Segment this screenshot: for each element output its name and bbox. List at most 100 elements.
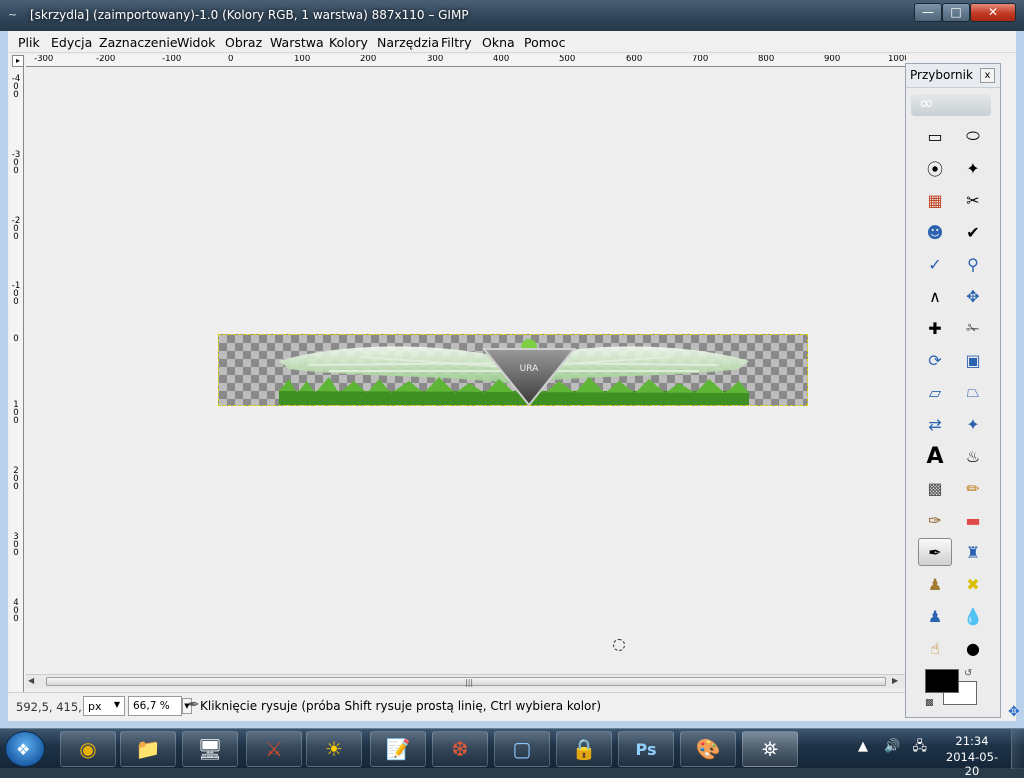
pencil-icon[interactable]: ✏: [956, 474, 990, 502]
rotate-icon[interactable]: ⟳: [918, 346, 952, 374]
ruler-tick-label: 0: [13, 334, 19, 344]
blend-icon[interactable]: ▩: [918, 474, 952, 502]
image-layer[interactable]: URA: [218, 334, 808, 406]
dodge-burn-icon[interactable]: ●: [956, 634, 990, 662]
lock-icon[interactable]: 🔒: [556, 731, 612, 767]
scale-icon[interactable]: ▣: [956, 346, 990, 374]
measure-icon[interactable]: ∧: [918, 282, 952, 310]
unit-select[interactable]: px ▼: [83, 696, 125, 716]
banner-badge-text: URA: [520, 364, 539, 374]
clock-date[interactable]: 2014-05-20: [942, 750, 1002, 778]
photoshop-icon[interactable]: Ps: [618, 731, 674, 767]
scroll-right-icon[interactable]: ▶: [892, 676, 898, 685]
ruler-tick-label: 500: [559, 55, 576, 64]
paintbrush-icon[interactable]: ✑: [918, 506, 952, 534]
menu-zaznaczenie[interactable]: Zaznaczenie: [99, 35, 178, 50]
volume-icon[interactable]: 🔊: [884, 739, 900, 754]
menu-warstwa[interactable]: Warstwa: [270, 35, 324, 50]
paint-icon[interactable]: 🎨: [680, 731, 736, 767]
color-picker-icon[interactable]: ✓: [918, 250, 952, 278]
blur-icon[interactable]: 💧: [956, 602, 990, 630]
system-tray: ▲ 🔊 🖧: [858, 737, 927, 759]
fuzzy-select-icon[interactable]: ✦: [956, 154, 990, 182]
flip-icon[interactable]: ⇄: [918, 410, 952, 438]
canvas-area[interactable]: URA: [25, 68, 905, 706]
ruler-tick-label: -200: [11, 216, 21, 242]
ink-icon[interactable]: ♜: [956, 538, 990, 566]
virtualbox-icon[interactable]: ▢: [494, 731, 550, 767]
ruler-tick-label: 400: [493, 55, 510, 64]
monitor-icon[interactable]: 🖥: [182, 731, 238, 767]
free-select-icon[interactable]: ⦿: [918, 154, 952, 182]
text-icon[interactable]: A: [918, 442, 952, 470]
menu-plik[interactable]: Plik: [18, 35, 40, 50]
file-explorer-icon[interactable]: 📁: [120, 731, 176, 767]
scrollbar-thumb[interactable]: |||: [46, 677, 886, 687]
toolbox-close-button[interactable]: x: [980, 68, 995, 83]
bucket-fill-icon[interactable]: ♨: [956, 442, 990, 470]
title-bar[interactable]: ~ [skrzydla] (zaimportowany)-1.0 (Kolory…: [0, 0, 1024, 31]
menu-okna[interactable]: Okna: [482, 35, 515, 50]
spiral-icon[interactable]: ❆: [432, 731, 488, 767]
shear-icon[interactable]: ▱: [918, 378, 952, 406]
align-icon[interactable]: ✚: [918, 314, 952, 342]
maximize-icon: □: [950, 5, 962, 19]
start-button[interactable]: ❖: [5, 731, 45, 767]
airbrush-icon[interactable]: ✒: [918, 538, 952, 566]
ruler-tick-label: 800: [758, 55, 775, 64]
menu-narzedzia[interactable]: Narzędzia: [377, 35, 439, 50]
menu-pomoc[interactable]: Pomoc: [524, 35, 565, 50]
crop-icon[interactable]: ✁: [956, 314, 990, 342]
minimize-button[interactable]: —: [914, 3, 942, 22]
menu-edycja[interactable]: Edycja: [51, 35, 92, 50]
eraser-icon[interactable]: ▬: [956, 506, 990, 534]
color-select-icon[interactable]: ▦: [918, 186, 952, 214]
ruler-tick-label: 200: [13, 466, 19, 492]
notepad-icon[interactable]: 📝: [370, 731, 426, 767]
foreground-select-icon[interactable]: ☻: [918, 218, 952, 246]
heal-icon[interactable]: ✖: [956, 570, 990, 598]
zoom-icon[interactable]: ⚲: [956, 250, 990, 278]
menu-widok[interactable]: Widok: [177, 35, 215, 50]
show-desktop-button[interactable]: [1011, 729, 1024, 769]
sun-icon[interactable]: ☀: [306, 731, 362, 767]
network-icon[interactable]: 🖧: [912, 739, 927, 754]
default-colors-icon[interactable]: ▩: [925, 698, 934, 708]
move-icon[interactable]: ✥: [956, 282, 990, 310]
ruler-tick-label: 0: [228, 55, 234, 64]
perspective-clone-icon[interactable]: ♟: [918, 602, 952, 630]
navigate-icon[interactable]: ✥: [1008, 704, 1020, 720]
windows-logo-icon: ❖: [16, 740, 31, 759]
ruler-tick-label: -400: [11, 74, 21, 100]
scissors-icon[interactable]: ✂: [956, 186, 990, 214]
smudge-icon[interactable]: ☝: [918, 634, 952, 662]
zoom-select[interactable]: 66,7 %: [128, 696, 182, 716]
horizontal-scrollbar[interactable]: ◀ ||| ▶: [26, 674, 906, 688]
status-bar: 592,5, 415,5 px ▼ 66,7 % ▼ ✒ Kliknięcie r…: [8, 692, 913, 718]
vertical-ruler[interactable]: -400 -300 -200 -100 0 100 200 300 400: [10, 67, 24, 705]
maximize-button[interactable]: □: [942, 3, 970, 22]
ruler-tick-label: 100: [13, 400, 19, 426]
menu-filtry[interactable]: Filtry: [441, 35, 472, 50]
ellipse-select-icon[interactable]: ⬭: [956, 122, 990, 150]
quick-mask-corner[interactable]: ▸: [12, 55, 24, 67]
clock-time[interactable]: 21:34: [942, 734, 1002, 748]
close-button[interactable]: ✕: [970, 3, 1016, 22]
gimp-icon[interactable]: ⛯: [742, 731, 798, 767]
toolbox-header[interactable]: Przybornik x: [906, 64, 1000, 88]
horizontal-ruler[interactable]: -300 -200 -100 0 100 200 300 400 500 600…: [26, 55, 906, 67]
swap-colors-icon[interactable]: ↺: [964, 668, 972, 679]
cage-icon[interactable]: ✦: [956, 410, 990, 438]
menu-kolory[interactable]: Kolory: [329, 35, 368, 50]
game-icon[interactable]: ⚔: [246, 731, 302, 767]
perspective-icon[interactable]: ⏢: [956, 378, 990, 406]
paths-icon[interactable]: ✔: [956, 218, 990, 246]
ruler-tick-label: 700: [692, 55, 709, 64]
scroll-left-icon[interactable]: ◀: [28, 676, 34, 685]
menu-obraz[interactable]: Obraz: [225, 35, 262, 50]
foreground-color-swatch[interactable]: [925, 669, 959, 693]
chrome-icon[interactable]: ◉: [60, 731, 116, 767]
clone-icon[interactable]: ♟: [918, 570, 952, 598]
show-hidden-icons-icon[interactable]: ▲: [858, 739, 868, 754]
rect-select-icon[interactable]: ▭: [918, 122, 952, 150]
